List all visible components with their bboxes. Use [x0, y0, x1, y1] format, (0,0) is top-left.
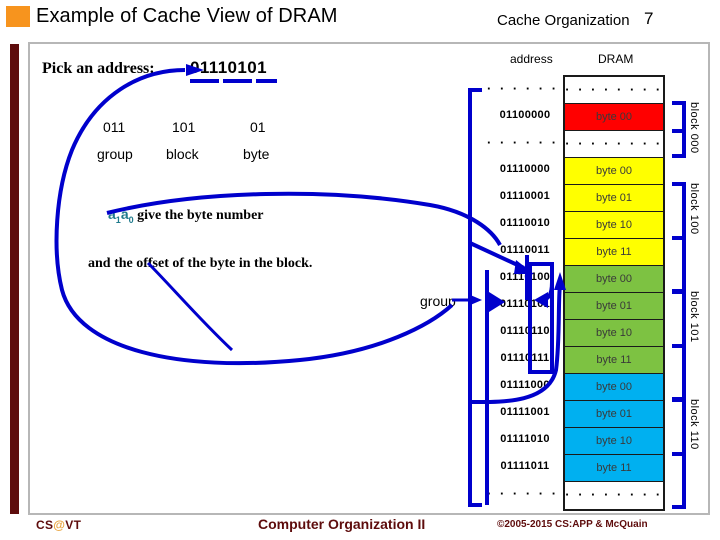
pick-address-label: Pick an address:: [42, 60, 155, 77]
address-cell: 01111001: [500, 406, 550, 418]
dram-byte-cell: byte 00: [565, 104, 663, 131]
dram-byte-cell: byte 11: [565, 455, 663, 482]
address-cell: 01110010: [499, 217, 551, 229]
note-offset: and the offset of the byte in the block.: [88, 256, 313, 271]
column-header-address: address: [510, 52, 553, 66]
dram-byte-cell: byte 01: [565, 401, 663, 428]
address-cell: 01110101: [499, 298, 551, 310]
title-bullet-icon: [6, 6, 30, 27]
dram-byte-cell: byte 10: [565, 428, 663, 455]
bits-block: 101: [172, 119, 196, 135]
column-header-dram: DRAM: [598, 52, 634, 66]
brace-block-000: [672, 101, 686, 158]
dram-byte-cell: byte 11: [565, 239, 663, 266]
group-callout-arrowhead: [468, 294, 482, 306]
dram-ellipsis: · · · · · · · ·: [565, 77, 663, 104]
address-cell: 01111010: [500, 433, 550, 445]
dram-byte-cell: byte 01: [565, 293, 663, 320]
panel-right-divider: [708, 42, 710, 515]
dram-byte-cell: byte 11: [565, 347, 663, 374]
bits-group: 011: [103, 119, 126, 135]
address-cell: 01110110: [500, 325, 550, 337]
slide-number: 7: [644, 9, 654, 28]
dram-byte-cell: byte 01: [565, 185, 663, 212]
curve-offset-tick: [146, 261, 234, 352]
bits-label-byte: byte: [243, 146, 270, 162]
address-ellipsis: · · · · · · · ·: [487, 81, 585, 96]
address-cell: 01111011: [500, 460, 550, 472]
block-label: block 101: [688, 291, 700, 343]
dram-byte-cell: byte 10: [565, 212, 663, 239]
panel-bottom-divider: [28, 513, 710, 515]
brace-block-101: [672, 290, 686, 401]
group-callout-label: group: [420, 293, 456, 309]
address-value: 01110101: [190, 58, 267, 77]
footer-at-symbol: @: [53, 518, 66, 532]
address-cell: 01100000: [499, 109, 551, 121]
block-label: block 100: [688, 183, 700, 235]
page-title: Example of Cache View of DRAM: [36, 5, 338, 27]
address-underline-byte: [256, 79, 277, 83]
bits-byte: 01: [250, 119, 266, 135]
address-cell: 01111000: [500, 379, 550, 391]
address-ellipsis: · · · · · · · ·: [487, 486, 585, 501]
address-cell: 01110100: [499, 271, 551, 283]
bits-label-block: block: [166, 146, 199, 162]
brace-block-110: [672, 398, 686, 509]
block-label: block 110: [688, 399, 700, 450]
address-cell: 01110000: [499, 163, 551, 175]
left-accent-bar: [10, 44, 19, 514]
footer-org-suffix: VT: [65, 518, 82, 532]
a1-symbol: a1: [108, 206, 121, 225]
dram-ellipsis: · · · · · · · ·: [565, 482, 663, 509]
dram-byte-cell: byte 00: [565, 374, 663, 401]
address-cell: 01110111: [500, 352, 550, 364]
address-column: · · · · · · · · 01100000 · · · · · · · · 01…: [487, 75, 585, 507]
panel-left-divider: [28, 42, 30, 515]
footer-organization: CS@VT: [36, 518, 81, 532]
footer-copyright: ©2005-2015 CS:APP & McQuain: [497, 519, 648, 530]
panel-top-divider: [28, 42, 710, 44]
address-underline-group: [190, 79, 219, 83]
bits-label-group: group: [97, 146, 133, 162]
footer-org-prefix: CS: [36, 518, 54, 532]
address-ellipsis: · · · · · · · ·: [487, 135, 585, 150]
dram-byte-cell: byte 00: [565, 266, 663, 293]
dram-column: · · · · · · · · byte 00 · · · · · · · · byt…: [563, 75, 665, 511]
a0-symbol: a0: [120, 206, 134, 225]
address-cell: 01110011: [500, 244, 550, 256]
dram-ellipsis: · · · · · · · ·: [565, 131, 663, 158]
group-bracket: [468, 88, 482, 507]
note-byte-number: a1a0 give the byte number: [108, 206, 264, 225]
block-label: block 000: [688, 102, 700, 154]
dram-byte-cell: byte 00: [565, 158, 663, 185]
brace-block-100: [672, 182, 686, 293]
footer-course-title: Computer Organization II: [258, 516, 426, 532]
dram-byte-cell: byte 10: [565, 320, 663, 347]
section-title: Cache Organization: [497, 12, 630, 29]
address-underline-block: [223, 79, 252, 83]
address-cell: 01110001: [499, 190, 551, 202]
note-byte-text: give the byte number: [133, 208, 264, 223]
